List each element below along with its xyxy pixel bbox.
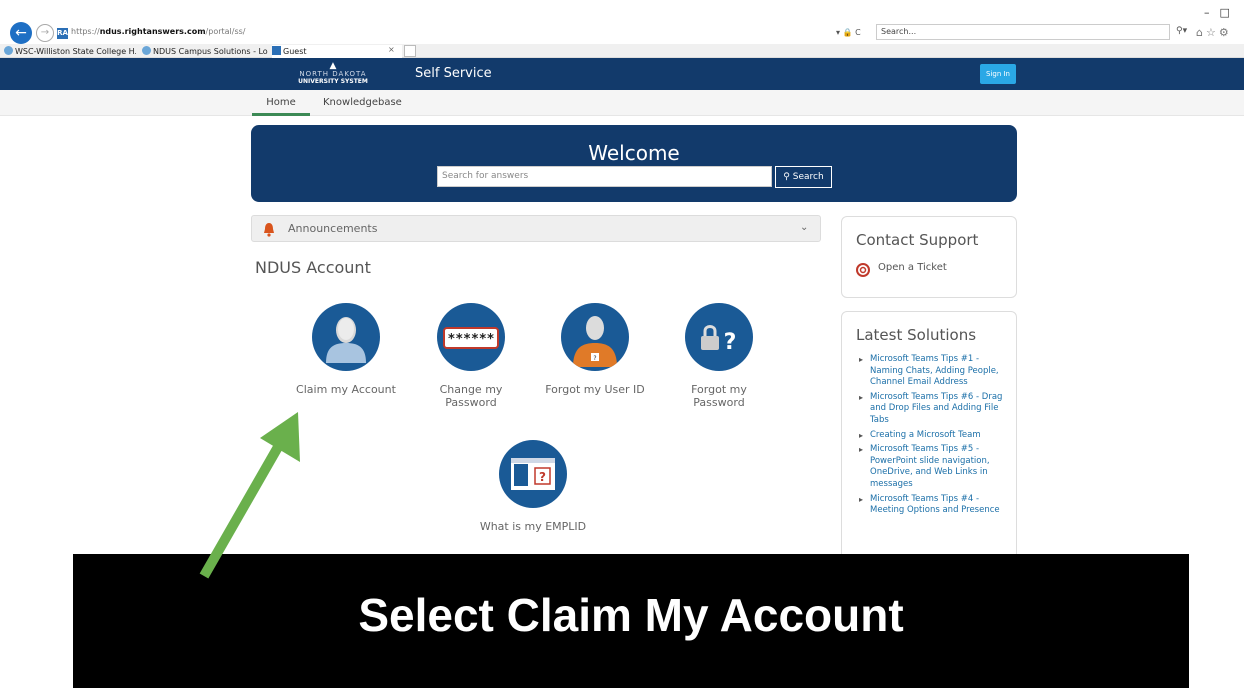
search-icon[interactable]: ⚲▾ [1176, 26, 1187, 36]
open-ticket-link[interactable]: Open a Ticket [878, 262, 947, 273]
solution-link[interactable]: Microsoft Teams Tips #5 - PowerPoint sli… [858, 444, 1014, 490]
tile-label: Forgot my Password [691, 383, 747, 409]
latest-solutions-title: Latest Solutions [856, 326, 977, 344]
section-title: NDUS Account [255, 258, 371, 277]
url-field[interactable]: https://ndus.rightanswers.com/portal/ss/ [71, 27, 246, 36]
tab-ndus-campus[interactable]: NDUS Campus Solutions - Log... [142, 45, 268, 58]
logo-mark-icon: ▲ [329, 61, 337, 71]
tile-label: Change my Password [439, 383, 503, 409]
screen: { "browser": { "url_prefix": "https://",… [0, 0, 1244, 688]
id-card-icon: ? [499, 440, 567, 508]
change-password-tile[interactable]: ****** Change my Password [416, 303, 526, 409]
instruction-text: Select Claim My Account [358, 589, 904, 641]
svg-text:?: ? [539, 470, 546, 484]
password-field-icon: ****** [437, 303, 505, 371]
welcome-panel: Welcome Search for answers ⚲ Search [251, 125, 1017, 202]
contact-support-title: Contact Support [856, 231, 979, 249]
tile-label: Forgot my User ID [545, 383, 645, 396]
site-favicon-icon: RA [57, 28, 68, 39]
sign-in-button[interactable]: Sign In [980, 64, 1016, 84]
back-arrow-icon[interactable]: ← [10, 22, 32, 44]
tab-home[interactable]: Home [252, 94, 310, 116]
answer-search-input[interactable]: Search for answers [437, 166, 772, 187]
solutions-list: Microsoft Teams Tips #1 - Naming Chats, … [858, 354, 1014, 520]
window-controls[interactable]: –□ [1204, 6, 1240, 19]
user-badge-icon: ? [561, 303, 629, 371]
what-is-emplid-tile[interactable]: ? What is my EMPLID [478, 440, 588, 533]
browser-address-bar: ← → RA https://ndus.rightanswers.com/por… [0, 0, 1244, 44]
ndus-logo[interactable]: ▲ NORTH DAKOTA UNIVERSITY SYSTEM [296, 62, 370, 88]
lifebuoy-icon [856, 263, 870, 277]
toolbar-icons[interactable]: ⌂☆⚙ [1196, 26, 1232, 39]
forward-arrow-icon[interactable]: → [36, 24, 54, 42]
solution-link[interactable]: Microsoft Teams Tips #6 - Drag and Drop … [858, 392, 1014, 427]
tile-label: What is my EMPLID [479, 520, 587, 533]
tab-wsc[interactable]: WSC-Williston State College H... [4, 45, 136, 58]
browser-search-input[interactable]: Search... [876, 24, 1170, 40]
announcements-bar[interactable]: Announcements ⌄ [251, 215, 821, 242]
bell-icon [264, 223, 274, 237]
search-button[interactable]: ⚲ Search [775, 166, 832, 188]
password-mask-text: ****** [448, 332, 495, 347]
welcome-title: Welcome [588, 141, 680, 165]
contact-support-panel: Contact Support Open a Ticket [841, 216, 1017, 298]
claim-account-tile[interactable]: Claim my Account [291, 303, 401, 396]
forgot-userid-tile[interactable]: ? Forgot my User ID [540, 303, 650, 396]
forgot-password-tile[interactable]: ? Forgot my Password [664, 303, 774, 409]
chevron-down-icon[interactable]: ⌄ [800, 222, 808, 233]
ie-icon [4, 46, 13, 55]
site-header [0, 58, 1244, 90]
ra-icon [272, 46, 281, 55]
user-silhouette-icon [312, 303, 380, 371]
lock-question-icon: ? [685, 303, 753, 371]
tab-guest[interactable]: Guest [272, 45, 402, 58]
solution-link[interactable]: Microsoft Teams Tips #4 - Meeting Option… [858, 494, 1014, 517]
solution-link[interactable]: Microsoft Teams Tips #1 - Naming Chats, … [858, 354, 1014, 389]
tab-knowledgebase[interactable]: Knowledgebase [323, 94, 402, 112]
close-tab-icon[interactable]: × [388, 45, 395, 54]
svg-text:?: ? [724, 330, 737, 355]
svg-text:?: ? [593, 355, 596, 362]
magnifier-icon: ⚲ [783, 172, 790, 182]
pointer-arrow-icon [199, 412, 300, 579]
browser-tab-strip: WSC-Williston State College H... NDUS Ca… [0, 44, 1244, 58]
site-title: Self Service [415, 66, 492, 81]
sub-navigation [0, 90, 1244, 116]
announcements-label: Announcements [288, 222, 378, 235]
solution-link[interactable]: Creating a Microsoft Team [858, 430, 1014, 442]
new-tab-icon[interactable] [404, 45, 416, 57]
address-actions[interactable]: ▾ 🔒 C [836, 28, 861, 37]
latest-solutions-panel: Latest Solutions Microsoft Teams Tips #1… [841, 311, 1017, 571]
ie-icon [142, 46, 151, 55]
tile-label: Claim my Account [296, 383, 396, 396]
